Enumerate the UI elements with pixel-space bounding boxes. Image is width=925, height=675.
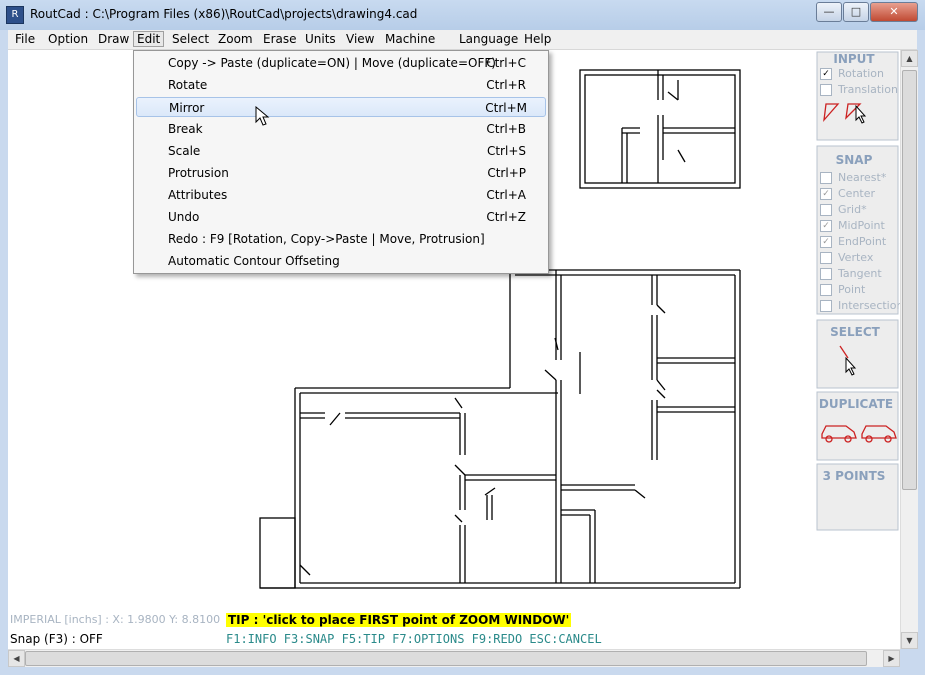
status-area: IMPERIAL [inchs] : X: 1.9800 Y: 8.8100 S… xyxy=(8,613,900,649)
menu-item-rotate[interactable]: Rotate Ctrl+R xyxy=(136,75,544,95)
horizontal-scroll-thumb[interactable] xyxy=(25,651,867,666)
duplicate-section-title: DUPLICATE xyxy=(818,397,894,411)
menu-item-redo[interactable]: Redo : F9 [Rotation, Copy->Paste | Move,… xyxy=(136,229,544,249)
keyboard-shortcuts-bar: F1:INFO F3:SNAP F5:TIP F7:OPTIONS F9:RED… xyxy=(226,632,602,646)
tool-panel: INPUT ✓ Rotation Translation SNAP Neares… xyxy=(816,50,909,613)
menu-machine[interactable]: Machine xyxy=(382,32,438,46)
vertical-scroll-thumb[interactable] xyxy=(902,70,917,490)
menu-item-auto-contour-offset[interactable]: Automatic Contour Offseting xyxy=(136,251,544,271)
menu-draw[interactable]: Draw xyxy=(95,32,132,46)
minimize-icon[interactable]: — xyxy=(816,2,842,22)
midpoint-checkbox[interactable]: ✓ xyxy=(820,220,832,232)
close-icon[interactable]: ✕ xyxy=(870,2,918,22)
point-label: Point xyxy=(838,283,866,296)
menu-view[interactable]: View xyxy=(343,32,377,46)
menu-item-shortcut: Ctrl+P xyxy=(487,166,526,180)
center-checkbox[interactable]: ✓ xyxy=(820,188,832,200)
menu-item-shortcut: Ctrl+B xyxy=(486,122,526,136)
nearest-checkbox[interactable] xyxy=(820,172,832,184)
routcad-app-icon[interactable]: R xyxy=(6,6,24,24)
menu-item-label: Automatic Contour Offseting xyxy=(168,254,340,268)
vertex-checkbox[interactable] xyxy=(820,252,832,264)
edit-menu-dropdown: Copy -> Paste (duplicate=ON) | Move (dup… xyxy=(133,50,549,274)
menu-edit[interactable]: Edit xyxy=(133,31,165,47)
endpoint-checkbox[interactable]: ✓ xyxy=(820,236,832,248)
select-cursor-icon xyxy=(845,356,857,376)
grid-label: Grid* xyxy=(838,203,867,216)
cursor-icon xyxy=(855,104,867,124)
menu-item-label: Attributes xyxy=(168,188,228,202)
maximize-icon[interactable]: □ xyxy=(843,2,869,22)
menu-item-label: Rotate xyxy=(168,78,208,92)
menu-item-mirror[interactable]: Mirror Ctrl+M xyxy=(136,97,546,117)
scroll-up-icon[interactable]: ▲ xyxy=(901,50,918,67)
menu-bar: File Option Draw Edit Select Zoom Erase … xyxy=(8,30,917,50)
mouse-cursor-icon xyxy=(255,106,270,126)
coordinates-readout: IMPERIAL [inchs] : X: 1.9800 Y: 8.8100 xyxy=(10,613,221,626)
menu-units[interactable]: Units xyxy=(302,32,339,46)
vertical-scrollbar[interactable]: ▲ ▼ xyxy=(900,50,918,649)
rotation-checkbox[interactable]: ✓ xyxy=(820,68,832,80)
center-label: Center xyxy=(838,187,876,200)
menu-select[interactable]: Select xyxy=(169,32,212,46)
window-title: RoutCad : C:\Program Files (x86)\RoutCad… xyxy=(30,7,418,21)
select-section-title: SELECT xyxy=(830,325,880,339)
select-tool-icon[interactable] xyxy=(838,344,868,380)
endpoint-label: EndPoint xyxy=(838,235,887,248)
scroll-right-icon[interactable]: ▶ xyxy=(883,650,900,667)
translation-checkbox[interactable] xyxy=(820,84,832,96)
menu-item-shortcut: Ctrl+M xyxy=(485,101,527,115)
menu-item-label: Scale xyxy=(168,144,201,158)
menu-erase[interactable]: Erase xyxy=(260,32,300,46)
input-mode-icons[interactable] xyxy=(822,102,872,132)
menu-item-label: Protrusion xyxy=(168,166,229,180)
menu-item-undo[interactable]: Undo Ctrl+Z xyxy=(136,207,544,227)
menu-item-attributes[interactable]: Attributes Ctrl+A xyxy=(136,185,544,205)
intersection-checkbox[interactable] xyxy=(820,300,832,312)
three-points-section-title[interactable]: 3 POINTS xyxy=(816,469,892,483)
nearest-label: Nearest* xyxy=(838,171,887,184)
grid-checkbox[interactable] xyxy=(820,204,832,216)
rotation-tool-icon xyxy=(823,103,840,123)
menu-item-protrusion[interactable]: Protrusion Ctrl+P xyxy=(136,163,544,183)
intersection-label: Intersection* xyxy=(838,299,909,312)
rotation-label: Rotation xyxy=(838,67,885,80)
scroll-left-icon[interactable]: ◀ xyxy=(8,650,25,667)
menu-item-label: Redo : F9 [Rotation, Copy->Paste | Move,… xyxy=(168,232,485,246)
point-checkbox[interactable] xyxy=(820,284,832,296)
menu-item-shortcut: Ctrl+R xyxy=(486,78,526,92)
menu-item-label: Undo xyxy=(168,210,200,224)
menu-item-label: Copy -> Paste (duplicate=ON) | Move (dup… xyxy=(168,56,496,70)
menu-zoom[interactable]: Zoom xyxy=(215,32,256,46)
midpoint-label: MidPoint xyxy=(838,219,885,232)
menu-item-copy-paste[interactable]: Copy -> Paste (duplicate=ON) | Move (dup… xyxy=(136,53,544,73)
translation-label: Translation xyxy=(838,83,898,96)
menu-item-shortcut: Ctrl+Z xyxy=(486,210,526,224)
tangent-checkbox[interactable] xyxy=(820,268,832,280)
input-section-title: INPUT xyxy=(833,52,875,66)
menu-item-scale[interactable]: Scale Ctrl+S xyxy=(136,141,544,161)
vertex-label: Vertex xyxy=(838,251,874,264)
menu-option[interactable]: Option xyxy=(45,32,91,46)
menu-item-label: Break xyxy=(168,122,203,136)
menu-language[interactable]: Language xyxy=(456,32,521,46)
menu-help[interactable]: Help xyxy=(521,32,554,46)
snap-status: Snap (F3) : OFF xyxy=(10,632,103,646)
menu-item-shortcut: Ctrl+S xyxy=(486,144,526,158)
menu-item-shortcut: Ctrl+C xyxy=(486,56,526,70)
title-bar: R RoutCad : C:\Program Files (x86)\RoutC… xyxy=(0,0,925,30)
menu-item-shortcut: Ctrl+A xyxy=(486,188,526,202)
tangent-label: Tangent xyxy=(838,267,882,280)
horizontal-scrollbar[interactable]: ◀ ▶ xyxy=(8,649,900,667)
duplicate-tool-icon[interactable] xyxy=(820,420,898,446)
menu-item-break[interactable]: Break Ctrl+B xyxy=(136,119,544,139)
tip-message: TIP : 'click to place FIRST point of ZOO… xyxy=(226,613,572,627)
scroll-down-icon[interactable]: ▼ xyxy=(901,632,918,649)
menu-item-label: Mirror xyxy=(169,101,205,115)
snap-section-title: SNAP xyxy=(835,153,873,167)
menu-file[interactable]: File xyxy=(12,32,38,46)
